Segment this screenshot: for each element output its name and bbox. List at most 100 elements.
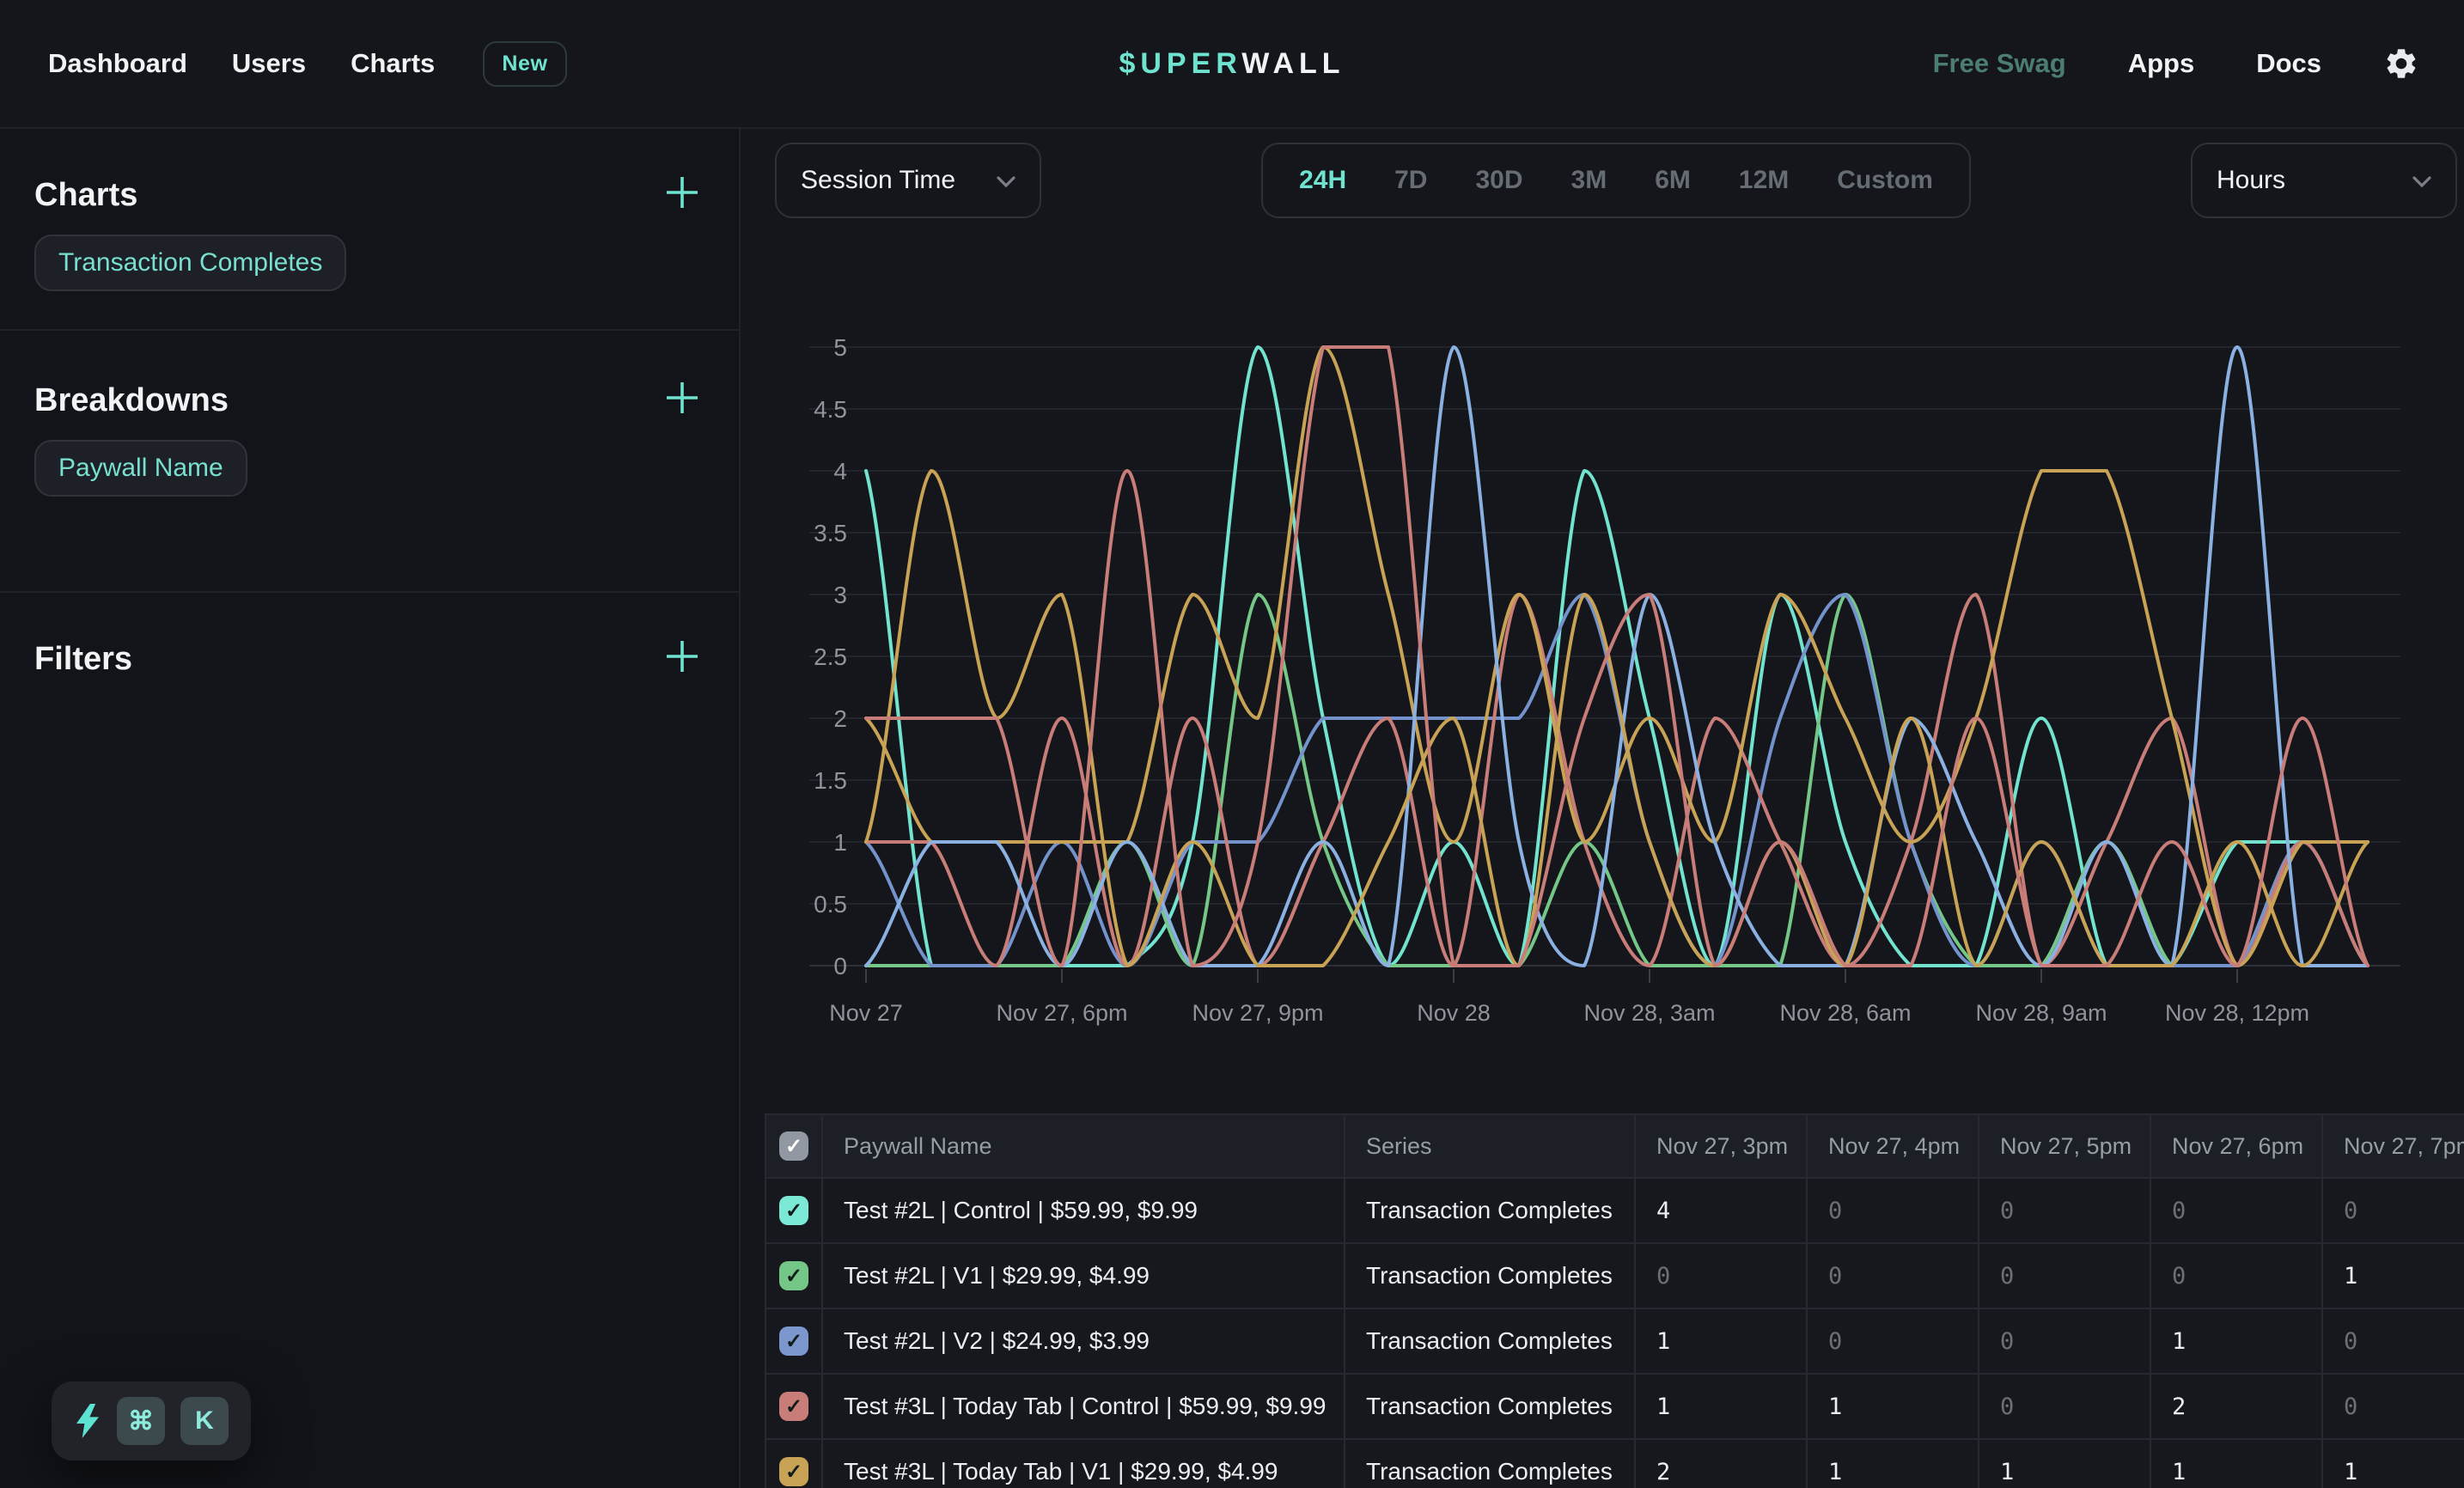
value-cell: 0 [2150,1179,2321,1242]
plus-icon [660,170,704,215]
charts-section-title: Charts [34,177,704,214]
row-checkbox[interactable]: ✓ [779,1392,808,1421]
col-nov27-7pm: Nov 27, 7pm [2321,1115,2464,1177]
range-7d[interactable]: 7D [1375,166,1446,195]
unit-select[interactable]: Hours [2191,143,2457,218]
value-cell: 0 [2321,1309,2464,1373]
paywall-name-cell: Test #3L | Today Tab | V1 | $29.99, $4.9… [821,1440,1344,1488]
col-series: Series [1344,1115,1634,1177]
table-row: ✓ Test #3L | Today Tab | V1 | $29.99, $4… [766,1438,2464,1488]
value-cell: 0 [1978,1179,2150,1242]
chart-controls-row: Session Time 24H 7D 30D 3M 6M 12M Custom… [775,143,2457,218]
table-header-row: ✓ Paywall Name Series Nov 27, 3pm Nov 27… [766,1115,2464,1177]
value-cell: 0 [1806,1309,1978,1373]
chevron-down-icon [997,176,1015,188]
time-range-group: 24H 7D 30D 3M 6M 12M Custom [1261,143,1971,218]
value-cell: 0 [2150,1244,2321,1308]
svg-text:Nov 28, 12pm: Nov 28, 12pm [2165,1000,2309,1026]
svg-text:0: 0 [833,953,847,979]
chip-paywall-name[interactable]: Paywall Name [34,440,247,497]
value-cell: 1 [1978,1440,2150,1488]
nav-item-users[interactable]: Users [232,48,306,79]
svg-text:2.5: 2.5 [814,643,847,670]
sessions-line-chart: 00.511.522.533.544.55Nov 27Nov 27, 6pmNo… [741,218,2464,1086]
paywall-name-cell: Test #2L | Control | $59.99, $9.99 [821,1179,1344,1242]
value-cell: 1 [1634,1375,1806,1438]
series-cell: Transaction Completes [1344,1440,1634,1488]
value-cell: 1 [2321,1440,2464,1488]
range-3m[interactable]: 3M [1552,166,1626,195]
svg-text:4: 4 [833,458,847,485]
value-cell: 1 [1806,1440,1978,1488]
nav-link-apps[interactable]: Apps [2128,48,2195,79]
col-nov27-4pm: Nov 27, 4pm [1806,1115,1978,1177]
svg-text:1.5: 1.5 [814,767,847,794]
settings-gear-icon[interactable] [2383,46,2419,82]
select-all-checkbox[interactable]: ✓ [779,1131,808,1161]
value-cell: 0 [1806,1244,1978,1308]
unit-select-value: Hours [2217,166,2285,195]
svg-text:Nov 28, 6am: Nov 28, 6am [1779,1000,1911,1026]
sidebar-section-breakdowns: Breakdowns Paywall Name [0,331,739,593]
row-checkbox[interactable]: ✓ [779,1196,808,1225]
table-row: ✓ Test #2L | Control | $59.99, $9.99 Tra… [766,1177,2464,1242]
value-cell: 4 [1634,1179,1806,1242]
metric-select[interactable]: Session Time [775,143,1041,218]
value-cell: 1 [1634,1309,1806,1373]
nav-item-charts[interactable]: Charts [351,48,435,79]
table-row: ✓ Test #2L | V2 | $24.99, $3.99 Transact… [766,1308,2464,1373]
value-cell: 0 [1806,1179,1978,1242]
superwall-logo: $UPERWALL [1119,47,1345,81]
chevron-down-icon [2412,176,2431,188]
range-24h[interactable]: 24H [1280,166,1365,195]
range-custom[interactable]: Custom [1818,166,1952,195]
range-12m[interactable]: 12M [1720,166,1808,195]
breakdowns-section-title: Breakdowns [34,382,704,419]
row-checkbox[interactable]: ✓ [779,1326,808,1356]
nav-link-free-swag[interactable]: Free Swag [1933,48,2066,79]
svg-text:Nov 27, 6pm: Nov 27, 6pm [996,1000,1127,1026]
value-cell: 0 [2321,1375,2464,1438]
logo-accent-text: $UPER [1119,47,1241,80]
value-cell: 0 [1978,1309,2150,1373]
value-cell: 2 [1634,1440,1806,1488]
add-breakdown-button[interactable] [660,375,704,420]
nav-item-dashboard[interactable]: Dashboard [48,48,187,79]
metric-select-value: Session Time [801,166,955,195]
svg-text:Nov 28, 9am: Nov 28, 9am [1975,1000,2107,1026]
range-6m[interactable]: 6M [1636,166,1710,195]
nav-left-group: Dashboard Users Charts New [0,41,567,87]
series-cell: Transaction Completes [1344,1244,1634,1308]
nav-link-docs[interactable]: Docs [2256,48,2321,79]
value-cell: 1 [2321,1244,2464,1308]
svg-text:Nov 27, 9pm: Nov 27, 9pm [1192,1000,1323,1026]
paywall-name-cell: Test #2L | V2 | $24.99, $3.99 [821,1309,1344,1373]
value-cell: 2 [2150,1375,2321,1438]
main-content: Session Time 24H 7D 30D 3M 6M 12M Custom… [741,129,2464,1488]
col-nov27-5pm: Nov 27, 5pm [1978,1115,2150,1177]
sidebar: Charts Transaction Completes Breakdowns … [0,129,741,1488]
chip-transaction-completes[interactable]: Transaction Completes [34,235,346,291]
svg-text:2: 2 [833,705,847,732]
command-palette-shortcut[interactable]: ⌘ K [52,1381,251,1461]
paywall-name-cell: Test #3L | Today Tab | Control | $59.99,… [821,1375,1344,1438]
new-badge: New [483,41,566,87]
range-30d[interactable]: 30D [1456,166,1541,195]
add-chart-button[interactable] [660,170,704,215]
svg-text:Nov 27: Nov 27 [829,1000,903,1026]
row-checkbox[interactable]: ✓ [779,1457,808,1486]
svg-text:4.5: 4.5 [814,396,847,423]
row-checkbox[interactable]: ✓ [779,1261,808,1290]
col-paywall-name: Paywall Name [821,1115,1344,1177]
value-cell: 0 [1978,1244,2150,1308]
logo-rest-text: WALL [1241,47,1345,80]
value-cell: 1 [2150,1309,2321,1373]
value-cell: 1 [2150,1440,2321,1488]
add-filter-button[interactable] [660,634,704,679]
paywall-name-cell: Test #2L | V1 | $29.99, $4.99 [821,1244,1344,1308]
top-nav: Dashboard Users Charts New $UPERWALL Fre… [0,0,2464,129]
filters-section-title: Filters [34,641,704,678]
svg-text:5: 5 [833,334,847,361]
nav-right-group: Free Swag Apps Docs [1933,46,2464,82]
sidebar-section-filters: Filters [0,593,739,736]
